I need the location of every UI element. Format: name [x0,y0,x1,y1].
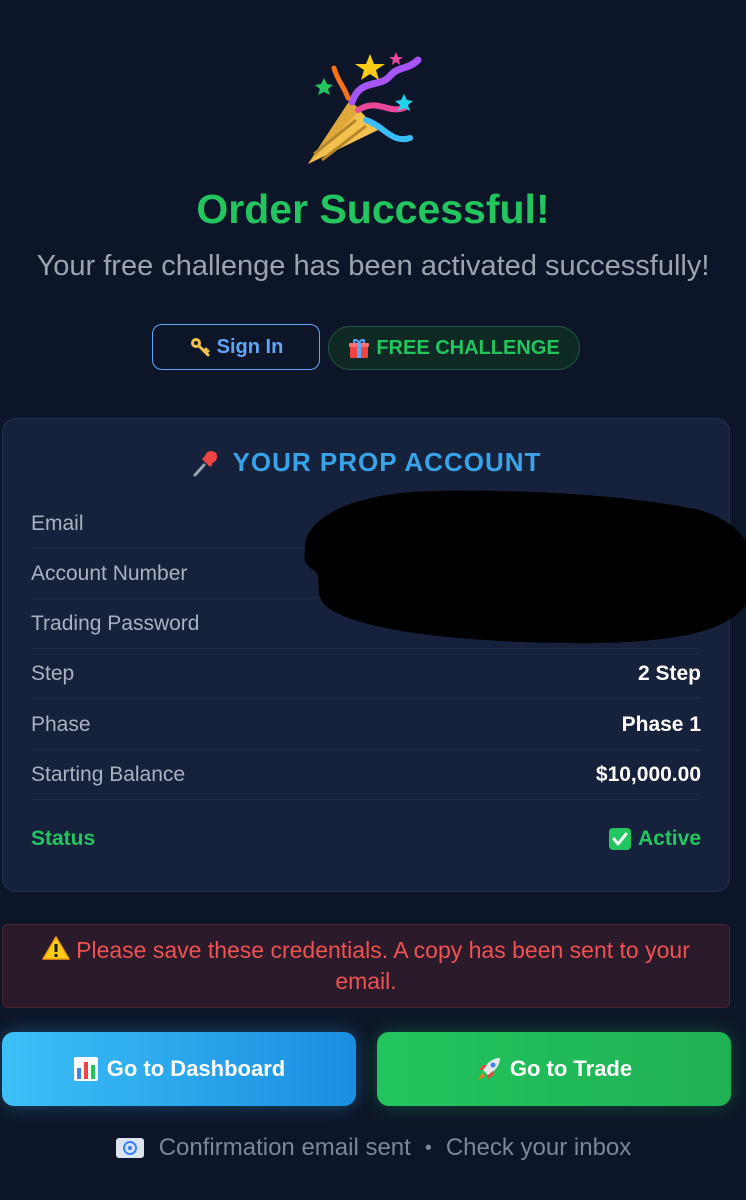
dashboard-label: Go to Dashboard [106,1056,286,1081]
warning-text: Please save these credentials. A copy ha… [76,937,690,994]
page-subtitle: Your free challenge has been activated s… [36,250,710,282]
gift-icon [348,337,370,359]
prop-account-card: YOUR PROP ACCOUNT Email Account Number T… [2,418,746,892]
footer-note: Confirmation email sent • Check your inb… [0,1134,746,1162]
account-row-phase: Phase Phase 1 [31,700,701,750]
warning-message: Please save these credentials. A copy ha… [33,935,699,997]
sign-in-button[interactable]: Sign In [152,324,320,370]
row-label: Starting Balance [31,762,186,786]
row-value: Phase 1 [621,712,701,736]
check-inbox-text: Check your inbox [445,1134,632,1161]
pushpin-icon [191,448,221,478]
credentials-warning: Please save these credentials. A copy ha… [2,924,730,1008]
card-title-text: YOUR PROP ACCOUNT [232,447,542,477]
row-label: Trading Password [31,611,200,635]
account-row-starting-balance: Starting Balance $10,000.00 [31,750,701,800]
free-challenge-label: FREE CHALLENGE [376,336,560,359]
separator: • [424,1136,432,1159]
status-text: Active [637,827,701,850]
row-label: Status [31,827,96,850]
party-popper-icon [300,48,430,170]
trade-label: Go to Trade [509,1056,633,1081]
email-sent-text: Confirmation email sent [158,1134,411,1161]
email-icon [115,1136,145,1160]
rocket-icon [476,1056,502,1082]
sign-in-label: Sign In [216,335,284,358]
row-value: 2 Step [637,661,701,685]
row-value: $10,000.00 [595,762,701,786]
account-row-status: Status Active [31,814,701,864]
status-value: Active [608,827,701,851]
bar-chart-icon [73,1056,99,1082]
row-label: Account Number [31,561,188,585]
free-challenge-badge[interactable]: FREE CHALLENGE [328,326,580,370]
go-to-dashboard-button[interactable]: Go to Dashboard [2,1032,356,1106]
card-title: YOUR PROP ACCOUNT [3,447,729,478]
redaction-mark [304,490,746,644]
check-mark-icon [608,827,632,851]
row-label: Email [31,511,84,535]
key-icon [189,336,211,358]
row-label: Phase [31,712,91,736]
go-to-trade-button[interactable]: Go to Trade [377,1032,731,1106]
page-title: Order Successful! [196,186,550,232]
account-row-step: Step 2 Step [31,649,701,699]
warning-icon [42,935,70,961]
row-label: Step [31,661,75,685]
